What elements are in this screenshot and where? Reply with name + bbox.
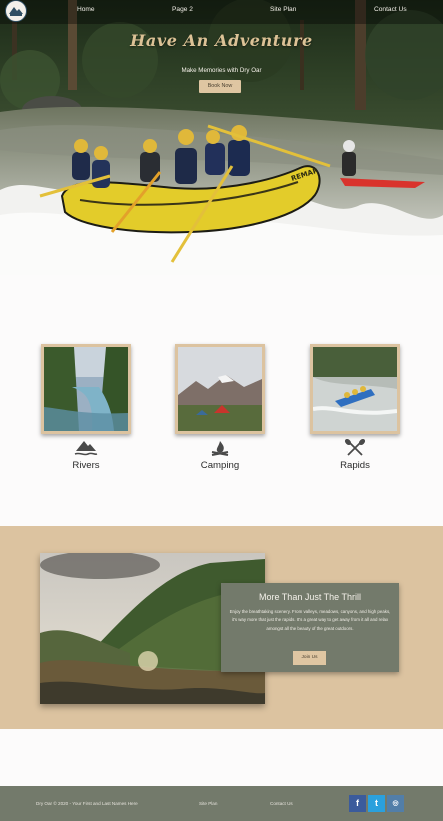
card-rivers[interactable]: Rivers (41, 344, 131, 471)
footer-copyright: Dry Oar © 2020 - Your First and Last Nam… (36, 801, 138, 806)
instagram-icon[interactable]: ◎ (387, 795, 404, 812)
rapids-photo (310, 344, 400, 434)
hero-section: REMAR Home Page 2 Site Plan Contact Us H… (0, 0, 443, 300)
facebook-icon[interactable]: f (349, 795, 366, 812)
campfire-icon (211, 441, 229, 456)
card-camping[interactable]: Camping (175, 344, 265, 471)
thrill-title: More Than Just The Thrill (258, 592, 362, 602)
nav-home[interactable]: Home (77, 6, 95, 13)
mountain-river-icon (74, 441, 98, 456)
thrill-overlay-card: More Than Just The Thrill Enjoy the brea… (221, 583, 399, 672)
nav-site-plan[interactable]: Site Plan (270, 6, 296, 13)
top-nav: Home Page 2 Site Plan Contact Us (0, 0, 443, 24)
rivers-photo (41, 344, 131, 434)
camping-photo (175, 344, 265, 434)
footer-link-site-plan[interactable]: Site Plan (199, 801, 217, 806)
book-now-button[interactable]: Book Now (199, 80, 241, 93)
nav-contact-us[interactable]: Contact Us (374, 6, 407, 13)
thrill-description: Enjoy the breathtaking scenery. From val… (229, 609, 391, 631)
logo-mountain-icon (7, 2, 25, 20)
footer: Dry Oar © 2020 - Your First and Last Nam… (0, 786, 443, 821)
thrill-section: More Than Just The Thrill Enjoy the brea… (0, 526, 443, 729)
card-label: Rivers (72, 460, 100, 471)
crossed-paddles-icon (344, 439, 366, 456)
dry-oar-logo[interactable] (5, 0, 27, 22)
join-us-button[interactable]: Join Us (293, 651, 326, 665)
card-label: Rapids (340, 460, 370, 471)
twitter-icon[interactable]: t (368, 795, 385, 812)
nav-page-2[interactable]: Page 2 (172, 6, 193, 13)
footer-link-contact-us[interactable]: Contact Us (270, 801, 293, 806)
card-label: Camping (200, 460, 240, 471)
hero-subtitle: Make Memories with Dry Oar (181, 67, 262, 74)
card-rapids[interactable]: Rapids (310, 344, 400, 471)
hero-title: Have An Adventure (130, 31, 313, 50)
